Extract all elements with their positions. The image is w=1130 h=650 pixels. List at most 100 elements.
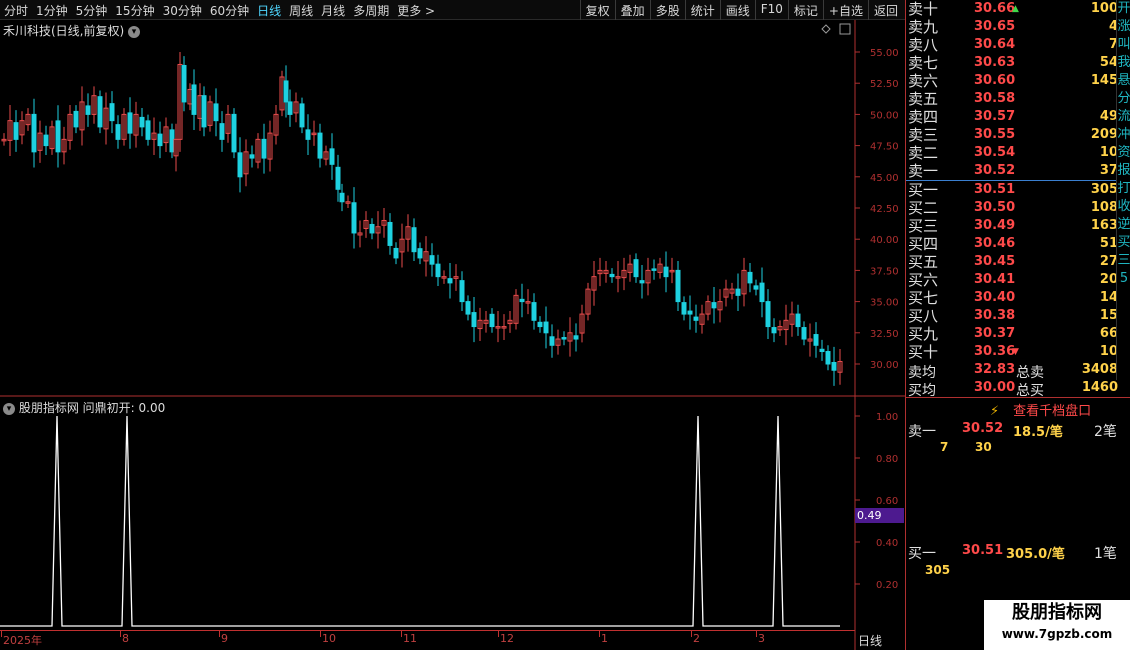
lightning-icon: ⚡ <box>990 404 1000 419</box>
total-sell: 3408 <box>1081 362 1118 377</box>
month-label: 3 <box>758 632 765 645</box>
ask-bid-separator <box>906 180 1116 181</box>
candle-body <box>543 321 549 334</box>
sell-avg: 32.83 <box>974 362 1016 377</box>
level-price: 30.40 <box>974 290 1016 305</box>
price-label: 47.50 <box>870 142 899 153</box>
month-label: 2025年 <box>3 634 42 647</box>
candle-body <box>31 113 37 153</box>
level-price: 30.49 <box>974 218 1016 233</box>
price-label: 35.00 <box>870 298 899 309</box>
diamond-icon[interactable] <box>821 24 831 34</box>
price-label: 42.50 <box>870 204 899 215</box>
candle-body <box>753 285 759 290</box>
level-price: 30.50 <box>974 200 1016 215</box>
level-volume: 209 <box>1090 127 1118 142</box>
level-name: 买二 <box>908 199 939 217</box>
month-label: 2 <box>693 632 700 645</box>
side-info-char: 冲 <box>1117 127 1130 142</box>
side-info-char: 悬 <box>1117 73 1130 88</box>
ask-row[interactable]: 卖一 30.52 37 <box>906 162 1130 180</box>
candle-body <box>537 321 543 328</box>
chevron-down-icon[interactable]: ▾ <box>128 25 141 38</box>
candle-body <box>237 152 243 178</box>
ask-row[interactable]: 卖三 30.55 209 <box>906 126 1130 144</box>
price-label: 50.00 <box>870 110 899 121</box>
ask-row[interactable]: 卖九 30.65 4 <box>906 18 1130 36</box>
candle-body <box>169 129 175 153</box>
level-volume: 163 <box>1090 218 1118 233</box>
month-label: 9 <box>221 632 228 645</box>
queue-buy1-label: 买一 <box>908 546 936 562</box>
price-label: 55.00 <box>870 48 899 59</box>
side-info-char: 流 <box>1117 109 1130 124</box>
candle-body <box>795 313 801 328</box>
candle-body <box>735 288 741 296</box>
level-name: 买七 <box>908 289 939 307</box>
month-tick <box>1 631 2 637</box>
ask-row[interactable]: 卖四 30.57 49 <box>906 108 1130 126</box>
candle-body <box>191 84 197 115</box>
level-volume: 108 <box>1090 200 1118 215</box>
view-1000-levels-button[interactable]: ⚡ 查看千档盘口 <box>990 400 1091 419</box>
candle-body <box>429 255 435 265</box>
month-tick <box>498 631 499 637</box>
candle-body <box>411 227 417 253</box>
ask-row[interactable]: 卖七 30.63 54 <box>906 54 1130 72</box>
window-icon[interactable] <box>839 23 851 35</box>
buy-avg: 30.00 <box>974 380 1016 395</box>
level-name: 卖三 <box>908 126 939 144</box>
ask-row[interactable]: 卖五 30.58 <box>906 90 1130 108</box>
level-name: 卖九 <box>908 18 939 36</box>
watermark-title: 股朋指标网 <box>1012 602 1102 623</box>
chart-canvas[interactable]: 55.00 52.50 50.00 47.50 45.00 42.50 40.00 37.50… <box>0 0 905 650</box>
ask-row[interactable]: 卖二 30.54 10 <box>906 144 1130 162</box>
indicator-label: 0.80 <box>876 454 898 465</box>
total-buy: 1460 <box>1081 380 1118 395</box>
level-price: 30.63 <box>974 55 1016 70</box>
candle-body <box>351 202 357 234</box>
bid-row[interactable]: 买六 30.41 20 <box>906 271 1130 289</box>
side-info-char: 收 <box>1117 199 1130 214</box>
level-name: 卖二 <box>908 144 939 162</box>
indicator-cursor-tag: 0.49 <box>855 508 904 523</box>
candle-body <box>329 148 335 165</box>
ask-row[interactable]: 卖六 30.60 145 <box>906 72 1130 90</box>
candle-body <box>43 134 49 147</box>
indicator-name: 问鼎初开: <box>82 401 135 415</box>
bid-row[interactable]: 买四 30.46 51 <box>906 235 1130 253</box>
candle-body <box>675 269 681 303</box>
side-info-char: 逆 <box>1117 217 1130 232</box>
candle-body <box>283 80 289 103</box>
price-label: 45.00 <box>870 173 899 184</box>
candle-body <box>213 103 219 122</box>
ask-row[interactable]: 卖十 30.66 100 ▲ <box>906 0 1130 18</box>
level-price: 30.54 <box>974 145 1016 160</box>
candle-body <box>339 192 345 203</box>
candle-body <box>651 268 657 271</box>
queue-sell1-price: 30.52 <box>962 421 1004 436</box>
watermark: 股朋指标网 www.7gpzb.com <box>984 600 1130 650</box>
candle-body <box>801 327 807 340</box>
ask-row[interactable]: 卖八 30.64 7 <box>906 36 1130 54</box>
side-info-strip[interactable]: 开涨叫我悬分流冲资报打收逆买三 5 <box>1116 0 1130 380</box>
level-name: 买九 <box>908 325 939 343</box>
bid-row[interactable]: 买一 30.51 305 <box>906 181 1130 199</box>
candle-body <box>387 221 393 246</box>
candle-body <box>561 337 567 340</box>
bid-row[interactable]: 买二 30.50 108 <box>906 199 1130 217</box>
candle-body <box>369 223 375 234</box>
level-volume: 305 <box>1090 182 1118 197</box>
bid-row[interactable]: 买十 30.36 10 ▼ <box>906 343 1130 361</box>
queue-buy1-price: 30.51 <box>962 543 1004 558</box>
candle-body <box>97 96 103 128</box>
bid-row[interactable]: 买五 30.45 27 <box>906 253 1130 271</box>
bid-row[interactable]: 买九 30.37 66 <box>906 325 1130 343</box>
chevron-down-icon[interactable]: ▾ <box>3 402 15 415</box>
bid-row[interactable]: 买八 30.38 15 <box>906 307 1130 325</box>
bid-row[interactable]: 买七 30.40 14 <box>906 289 1130 307</box>
level-price: 30.65 <box>974 19 1016 34</box>
bid-row[interactable]: 买三 30.49 163 <box>906 217 1130 235</box>
candle-body <box>471 312 477 328</box>
level-volume: 145 <box>1090 73 1118 88</box>
